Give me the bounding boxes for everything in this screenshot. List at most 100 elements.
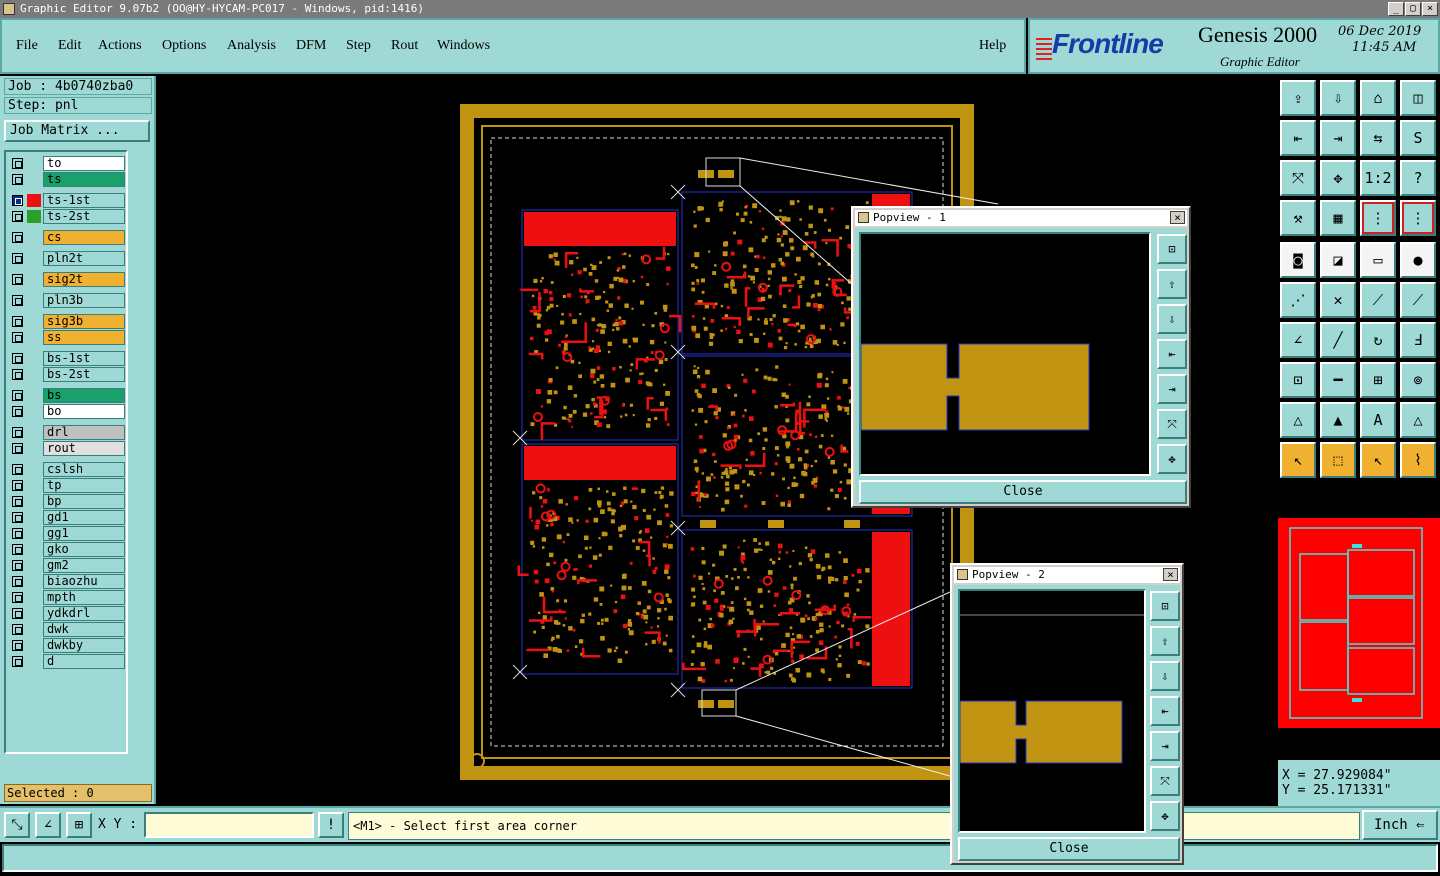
layer-row-mpth[interactable]: mpth xyxy=(10,590,126,605)
layer-row-ydkdrl[interactable]: ydkdrl xyxy=(10,606,126,621)
popview-1-left-icon[interactable]: ⇤ xyxy=(1157,339,1187,369)
help-icon[interactable]: ? xyxy=(1400,160,1436,196)
line-pad-icon[interactable]: ⟋ xyxy=(1360,282,1396,318)
popview-2-close-x[interactable]: × xyxy=(1163,568,1178,581)
layer-row-sig3b[interactable]: sig3b xyxy=(10,314,126,329)
menu-help[interactable]: Help xyxy=(979,38,1006,54)
layer-checkbox[interactable] xyxy=(12,406,23,417)
minimize-button[interactable]: _ xyxy=(1388,2,1404,16)
layer-checkbox[interactable] xyxy=(12,353,23,364)
layer-name[interactable]: bs-1st xyxy=(43,351,125,366)
menu-edit[interactable]: Edit xyxy=(58,38,81,54)
popview-1-close-x[interactable]: × xyxy=(1170,211,1185,224)
popview-2-zoom-icon[interactable]: ⊡ xyxy=(1150,591,1180,621)
restore-button[interactable]: ▢ xyxy=(1405,2,1421,16)
layer-row-dwk[interactable]: dwk xyxy=(10,622,126,637)
layer-row-ts-2st[interactable]: ts-2st xyxy=(10,209,126,224)
units-selector[interactable]: Inch ⇐ xyxy=(1362,810,1438,840)
pad-move-icon[interactable]: ⊡ xyxy=(1280,362,1316,398)
layer-row-bs-1st[interactable]: bs-1st xyxy=(10,351,126,366)
snap-mode-icon[interactable]: ⤡ xyxy=(4,812,30,838)
layer-row-drl[interactable]: drl xyxy=(10,425,126,440)
swap-icon[interactable]: ⇆ xyxy=(1360,120,1396,156)
layer-name[interactable]: gg1 xyxy=(43,526,125,541)
grid-icon[interactable]: ▦ xyxy=(1320,200,1356,236)
zoom-fit-icon[interactable]: ⤧ xyxy=(1280,160,1316,196)
pointer-box-icon[interactable]: ⬚ xyxy=(1320,442,1356,478)
export-icon[interactable]: ⇪ xyxy=(1280,80,1316,116)
dash-icon[interactable]: ━ xyxy=(1320,362,1356,398)
layer-checkbox[interactable] xyxy=(12,443,23,454)
layer-name[interactable]: bs xyxy=(43,388,125,403)
layer-row-rout[interactable]: rout xyxy=(10,441,126,456)
pan-right-icon[interactable]: ⇥ xyxy=(1320,120,1356,156)
layer-checkbox[interactable] xyxy=(12,427,23,438)
layer-name[interactable]: sig2t xyxy=(43,272,125,287)
layer-name[interactable]: gm2 xyxy=(43,558,125,573)
layer-name[interactable]: tp xyxy=(43,478,125,493)
layer-row-gko[interactable]: gko xyxy=(10,542,126,557)
menu-analysis[interactable]: Analysis xyxy=(227,38,276,54)
layer-name[interactable]: ss xyxy=(43,330,125,345)
layer-name[interactable]: pln2t xyxy=(43,251,125,266)
ruler-icon[interactable]: ▭ xyxy=(1360,242,1396,278)
layer-checkbox[interactable] xyxy=(12,253,23,264)
popview-2-center-icon[interactable]: ✥ xyxy=(1150,801,1180,831)
layer-checkbox[interactable] xyxy=(12,528,23,539)
menu-dfm[interactable]: DFM xyxy=(296,38,326,54)
popview-1-right-icon[interactable]: ⇥ xyxy=(1157,374,1187,404)
redraw-icon[interactable]: S xyxy=(1400,120,1436,156)
layer-row-bo[interactable]: bo xyxy=(10,404,126,419)
layer-name[interactable]: gd1 xyxy=(43,510,125,525)
window-close-button[interactable]: × xyxy=(1422,2,1438,16)
popview-2-close-button[interactable]: Close xyxy=(958,837,1180,861)
alert-button[interactable]: ! xyxy=(318,812,344,838)
layer-row-bs-2st[interactable]: bs-2st xyxy=(10,367,126,382)
layer-checkbox[interactable] xyxy=(12,316,23,327)
layer-row-gm2[interactable]: gm2 xyxy=(10,558,126,573)
menu-file[interactable]: File xyxy=(16,38,38,54)
connect-icon[interactable]: ⋰ xyxy=(1280,282,1316,318)
layer-checkbox[interactable] xyxy=(12,656,23,667)
cross-icon[interactable]: ✕ xyxy=(1320,282,1356,318)
angle-icon[interactable]: ∠ xyxy=(1280,322,1316,358)
popview-2-view[interactable] xyxy=(958,589,1146,833)
layer-checkbox[interactable] xyxy=(12,512,23,523)
layers-icon[interactable]: ⋮ xyxy=(1360,200,1396,236)
layer-name[interactable]: mpth xyxy=(43,590,125,605)
popview-2-fit-icon[interactable]: ⤧ xyxy=(1150,766,1180,796)
layer-checkbox[interactable] xyxy=(12,174,23,185)
menu-rout[interactable]: Rout xyxy=(391,38,418,54)
popview-2-right-icon[interactable]: ⇥ xyxy=(1150,731,1180,761)
split-view-icon[interactable]: ◫ xyxy=(1400,80,1436,116)
popview-1-titlebar[interactable]: Popview - 1 × xyxy=(855,210,1187,226)
text-icon[interactable]: Ⅎ xyxy=(1400,322,1436,358)
layer-checkbox[interactable] xyxy=(12,332,23,343)
layer-row-bs[interactable]: bs xyxy=(10,388,126,403)
layer-checkbox[interactable] xyxy=(12,232,23,243)
layer-checkbox[interactable] xyxy=(12,195,23,206)
triangle-b-icon[interactable]: △ xyxy=(1400,402,1436,438)
layer-row-ts-1st[interactable]: ts-1st xyxy=(10,193,126,208)
layer-checkbox[interactable] xyxy=(12,624,23,635)
layer-checkbox[interactable] xyxy=(12,576,23,587)
layer-name[interactable]: sig3b xyxy=(43,314,125,329)
layer-checkbox[interactable] xyxy=(12,274,23,285)
layer-checkbox[interactable] xyxy=(12,608,23,619)
layer-checkbox[interactable] xyxy=(12,496,23,507)
arc-icon[interactable]: ↻ xyxy=(1360,322,1396,358)
layer-name[interactable]: pln3b xyxy=(43,293,125,308)
layer-name[interactable]: bo xyxy=(43,404,125,419)
dot-icon[interactable]: ● xyxy=(1400,242,1436,278)
import-icon[interactable]: ⇩ xyxy=(1320,80,1356,116)
layer-name[interactable]: cslsh xyxy=(43,462,125,477)
popview-1-fit-icon[interactable]: ⤧ xyxy=(1157,409,1187,439)
layer-checkbox[interactable] xyxy=(12,369,23,380)
popview-1-down-icon[interactable]: ⇩ xyxy=(1157,304,1187,334)
angle-mode-icon[interactable]: ∠ xyxy=(35,812,61,838)
layer-row-gg1[interactable]: gg1 xyxy=(10,526,126,541)
layer-checkbox[interactable] xyxy=(12,560,23,571)
layer-name[interactable]: rout xyxy=(43,441,125,456)
layer-name[interactable]: ts-2st xyxy=(43,209,125,224)
layer-name[interactable]: cs xyxy=(43,230,125,245)
